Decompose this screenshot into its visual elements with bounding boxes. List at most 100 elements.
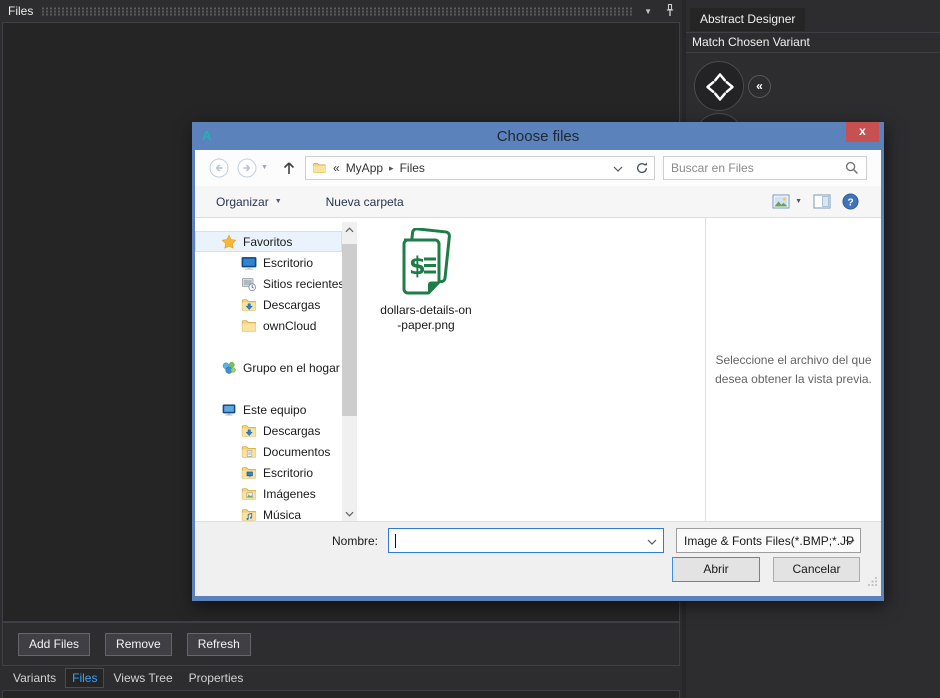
file-type-chevron-icon [845,534,855,548]
refresh-button[interactable]: Refresh [187,633,251,656]
close-button[interactable]: x [846,122,879,142]
tree-item-grupo-en-el-hogar[interactable]: Grupo en el hogar [195,357,342,378]
star-icon [221,234,237,250]
tree-item-imagenes[interactable]: Imágenes [195,483,342,504]
tree-item-label: Escritorio [263,466,313,480]
breadcrumb-myapp[interactable]: MyApp [346,161,383,175]
homegroup-icon [221,360,237,376]
bottom-panel-edge [2,690,680,698]
tree-item-label: Escritorio [263,256,313,270]
direction-pad-control[interactable] [694,61,744,111]
forward-button[interactable] [237,158,257,178]
desktop-icon [241,255,257,271]
tab-files[interactable]: Files [65,668,104,688]
help-icon: ? [842,193,859,210]
remove-button[interactable]: Remove [105,633,172,656]
choose-files-dialog: A Choose files x ▼ [192,122,884,601]
dialog-content: Favoritos Escritorio Sitios recientes Desca… [195,218,881,521]
drag-grip-dots [41,7,632,16]
address-dropdown-chevron-icon[interactable] [613,161,623,175]
file-type-value: Image & Fonts Files(*.BMP;*.JP [684,534,854,548]
folder-pictures-icon [241,486,257,502]
open-button[interactable]: Abrir [672,557,760,582]
folder-download-icon [241,423,257,439]
computer-icon [221,402,237,418]
tree-item-favoritos[interactable]: Favoritos [195,231,342,252]
tree-item-label: Grupo en el hogar [243,361,340,375]
refresh-button[interactable] [629,156,655,180]
tree-item-owncloud[interactable]: ownCloud [195,315,342,336]
tree-item-label: Favoritos [243,235,292,249]
recent-pages-chevron-icon[interactable]: ▼ [261,164,268,171]
tree-item-escritorio[interactable]: Escritorio [195,462,342,483]
tab-variants[interactable]: Variants [6,668,63,688]
dpad-arrows-icon [695,62,745,112]
scroll-down-icon[interactable] [342,506,357,521]
add-files-button[interactable]: Add Files [18,633,90,656]
tree-item-label: ownCloud [263,319,316,333]
organize-chevron-icon: ▼ [275,198,282,205]
folder-desktop-icon [241,465,257,481]
tree-item-sitios-recientes[interactable]: Sitios recientes [195,273,342,294]
tree-group: Favoritos Escritorio Sitios recientes Desca… [195,231,342,336]
search-icon[interactable] [845,161,859,175]
tab-views-tree[interactable]: Views Tree [106,668,179,688]
tab-abstract-designer[interactable]: Abstract Designer [690,8,805,31]
files-panel-titlebar[interactable]: Files ▼ [0,0,682,22]
tree-item-label: Música [263,508,301,522]
tree-item-musica[interactable]: Música [195,504,342,521]
search-input[interactable]: Buscar en Files [663,156,867,180]
tree-item-documentos[interactable]: Documentos [195,441,342,462]
tab-properties[interactable]: Properties [182,668,251,688]
files-panel-title: Files [8,4,33,18]
dialog-titlebar[interactable]: A Choose files x [192,122,884,150]
tree-item-escritorio[interactable]: Escritorio [195,252,342,273]
text-caret [395,534,396,548]
tree-item-descargas[interactable]: Descargas [195,420,342,441]
back-button[interactable] [209,158,229,178]
svg-text:$: $ [409,252,426,280]
tree-group: Este equipo Descargas Documentos Escritorio… [195,399,342,521]
file-type-select[interactable]: Image & Fonts Files(*.BMP;*.JP [676,528,861,553]
breadcrumb-separator-icon[interactable]: ▸ [389,163,394,174]
folder-download-icon [241,297,257,313]
file-item-dollars-details-on-paper[interactable]: $ dollars-details-on -paper.png [370,228,482,333]
tree-scrollbar[interactable] [342,222,357,521]
folder-icon [312,161,327,175]
tree-item-label: Sitios recientes [263,277,342,291]
folder-docs-icon [241,444,257,460]
scroll-up-icon[interactable] [342,222,357,237]
app-window: Files ▼ Add FilesRemoveRefresh VariantsF… [0,0,940,698]
breadcrumb-files[interactable]: Files [400,161,425,175]
tree-item-label: Documentos [263,445,330,459]
scrollbar-thumb[interactable] [342,244,357,416]
file-name-line1: dollars-details-on [370,303,482,318]
tree-item-descargas[interactable]: Descargas [195,294,342,315]
file-name-label: Nombre: [303,534,378,548]
file-name-chevron-icon[interactable] [647,534,657,548]
tree-item-este-equipo[interactable]: Este equipo [195,399,342,420]
file-name-input[interactable] [388,528,664,553]
collapse-left-button[interactable]: « [748,75,771,98]
up-one-level-button[interactable] [281,159,297,180]
dialog-body: ▼ « MyApp ▸ Files [192,150,884,601]
window-menu-chevron-icon[interactable]: ▼ [640,7,656,16]
help-button[interactable]: ? [842,193,859,210]
tree-item-label: Descargas [263,298,320,312]
views-chevron-icon: ▼ [795,198,802,205]
resize-grip[interactable] [867,576,878,590]
new-folder-button[interactable]: Nueva carpeta [326,195,404,209]
bottom-tool-tabs: VariantsFilesViews TreeProperties [2,666,680,690]
address-bar[interactable]: « MyApp ▸ Files [305,156,630,180]
organize-button[interactable]: Organizar ▼ [216,195,282,209]
dialog-title: Choose files [497,128,580,145]
preview-pane-button[interactable] [813,194,831,209]
pin-icon[interactable] [664,3,676,22]
preview-pane: Seleccione el archivo del que desea obte… [706,218,881,521]
tree-item-label: Descargas [263,424,320,438]
cancel-button[interactable]: Cancelar [773,557,860,582]
views-button[interactable]: ▼ [772,194,802,209]
dialog-toolbar: Organizar ▼ Nueva carpeta ▼ ? [195,186,881,218]
dialog-nav-row: ▼ « MyApp ▸ Files [195,150,881,186]
breadcrumb-overflow[interactable]: « [333,161,340,175]
